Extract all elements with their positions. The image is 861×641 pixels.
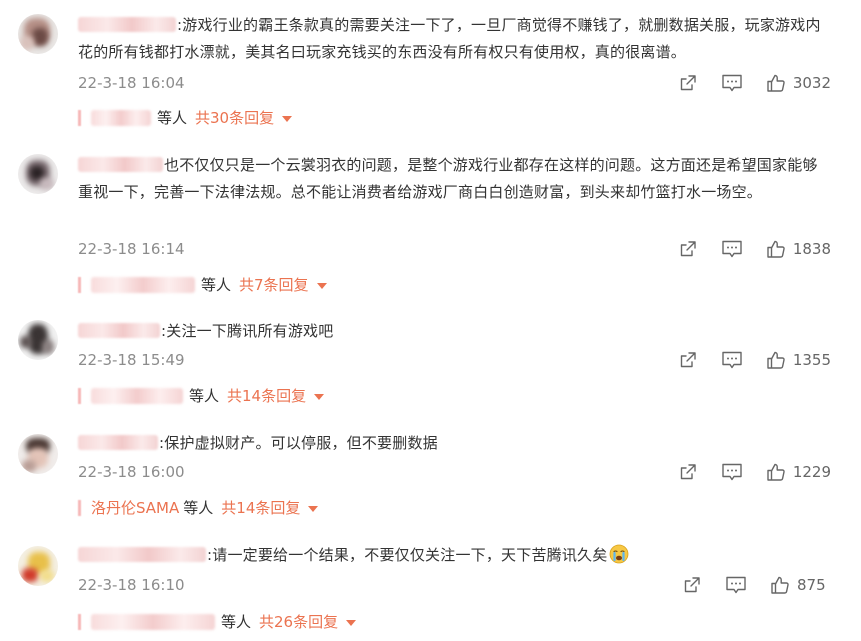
replier-names[interactable] — [91, 388, 183, 404]
reply-total-label: 共30条回复 — [195, 109, 275, 127]
avatar[interactable] — [18, 14, 58, 54]
comment-actions: 1355 — [655, 348, 831, 372]
comment-actions: 1229 — [655, 460, 831, 484]
comment-actions: 1838 — [655, 237, 831, 261]
reply-label: 等人 — [183, 499, 214, 517]
timestamp: 22-3-18 16:04 — [78, 74, 185, 92]
username[interactable] — [78, 435, 158, 450]
comment-icon[interactable] — [721, 238, 743, 260]
comment-text: :保护虚拟财产。可以停服，但不要删数据 — [78, 430, 831, 457]
avatar[interactable] — [18, 320, 58, 360]
like-count: 1838 — [792, 240, 831, 258]
avatar[interactable] — [18, 546, 58, 586]
crying-face-emoji — [609, 544, 629, 564]
comment-content: :游戏行业的霸王条款真的需要关注一下了，一旦厂商觉得不赚钱了，就删数据关服，玩家… — [78, 16, 821, 61]
expand-replies-button[interactable]: 共30条回复 — [195, 106, 293, 130]
share-icon[interactable] — [677, 72, 699, 94]
timestamp: 22-3-18 16:00 — [78, 463, 185, 481]
reply-total-label: 共7条回复 — [239, 276, 309, 294]
comment-icon[interactable] — [725, 574, 747, 596]
comment-content: 也不仅仅只是一个云裳羽衣的问题，是整个游戏行业都存在这样的问题。这方面还是希望国… — [78, 156, 818, 201]
reply-summary: 等人 共30条回复 — [78, 106, 293, 130]
like-count: 875 — [797, 576, 826, 594]
share-icon[interactable] — [677, 461, 699, 483]
username[interactable] — [78, 323, 160, 338]
thumbs-up-icon[interactable] — [765, 72, 787, 94]
comment-icon[interactable] — [721, 72, 743, 94]
reply-summary: 等人 共7条回复 — [78, 273, 327, 297]
username[interactable] — [78, 17, 176, 32]
thumbs-up-icon[interactable] — [765, 238, 787, 260]
timestamp: 22-3-18 16:14 — [78, 240, 185, 258]
caret-down-icon — [282, 115, 293, 122]
comment-actions: 3032 — [655, 71, 831, 95]
reply-divider — [78, 277, 81, 293]
like-count: 3032 — [792, 74, 831, 92]
expand-replies-button[interactable]: 共14条回复 — [221, 496, 319, 520]
reply-total-label: 共26条回复 — [259, 613, 339, 631]
expand-replies-button[interactable]: 共26条回复 — [259, 610, 357, 634]
thumbs-up-icon[interactable] — [765, 349, 787, 371]
comment-list: :游戏行业的霸王条款真的需要关注一下了，一旦厂商觉得不赚钱了，就删数据关服，玩家… — [0, 0, 861, 641]
username[interactable] — [78, 157, 163, 172]
thumbs-up-icon[interactable] — [765, 461, 787, 483]
reply-label: 等人 — [221, 613, 252, 631]
replier-names[interactable] — [91, 110, 151, 126]
reply-summary: 洛丹伦SAMA 等人 共14条回复 — [78, 496, 319, 520]
timestamp: 22-3-18 16:10 — [78, 576, 185, 594]
username[interactable] — [78, 547, 206, 562]
reply-summary: 等人 共14条回复 — [78, 384, 325, 408]
comment-content: :关注一下腾讯所有游戏吧 — [161, 322, 334, 340]
reply-total-label: 共14条回复 — [221, 499, 301, 517]
comment-icon[interactable] — [721, 461, 743, 483]
comment-content: :保护虚拟财产。可以停服，但不要删数据 — [159, 434, 438, 452]
expand-replies-button[interactable]: 共7条回复 — [239, 273, 327, 297]
comment-meta: 22-3-18 16:14 1838 — [78, 237, 831, 261]
comment-meta: 22-3-18 16:10 875 — [78, 573, 831, 597]
reply-divider — [78, 388, 81, 404]
replier-names[interactable] — [91, 614, 215, 630]
share-icon[interactable] — [677, 238, 699, 260]
reply-label: 等人 — [157, 109, 188, 127]
reply-divider — [78, 614, 81, 630]
reply-total-label: 共14条回复 — [227, 387, 307, 405]
comment-text: :关注一下腾讯所有游戏吧 — [78, 318, 831, 345]
replier-name[interactable]: 洛丹伦SAMA — [91, 496, 179, 520]
reply-divider — [78, 110, 81, 126]
comment-icon[interactable] — [721, 349, 743, 371]
reply-summary: 等人 共26条回复 — [78, 610, 357, 634]
avatar[interactable] — [18, 434, 58, 474]
thumbs-up-icon[interactable] — [769, 574, 791, 596]
comment-actions: 875 — [659, 573, 831, 597]
caret-down-icon — [314, 393, 325, 400]
like-count: 1355 — [792, 351, 831, 369]
avatar[interactable] — [18, 154, 58, 194]
comment-content: :请一定要给一个结果，不要仅仅关注一下，天下苦腾讯久矣 — [207, 546, 608, 564]
comment-meta: 22-3-18 16:04 3032 — [78, 71, 831, 95]
caret-down-icon — [346, 619, 357, 626]
timestamp: 22-3-18 15:49 — [78, 351, 185, 369]
comment-meta: 22-3-18 16:00 1229 — [78, 460, 831, 484]
reply-label: 等人 — [201, 276, 232, 294]
comment-text: :请一定要给一个结果，不要仅仅关注一下，天下苦腾讯久矣 — [78, 542, 831, 569]
like-count: 1229 — [792, 463, 831, 481]
reply-divider — [78, 500, 81, 516]
reply-label: 等人 — [189, 387, 220, 405]
share-icon[interactable] — [681, 574, 703, 596]
comment-meta: 22-3-18 15:49 1355 — [78, 348, 831, 372]
caret-down-icon — [316, 282, 327, 289]
comment-text: :游戏行业的霸王条款真的需要关注一下了，一旦厂商觉得不赚钱了，就删数据关服，玩家… — [78, 12, 831, 66]
replier-names[interactable] — [91, 277, 195, 293]
share-icon[interactable] — [677, 349, 699, 371]
expand-replies-button[interactable]: 共14条回复 — [227, 384, 325, 408]
comment-text: 也不仅仅只是一个云裳羽衣的问题，是整个游戏行业都存在这样的问题。这方面还是希望国… — [78, 152, 831, 206]
caret-down-icon — [308, 505, 319, 512]
